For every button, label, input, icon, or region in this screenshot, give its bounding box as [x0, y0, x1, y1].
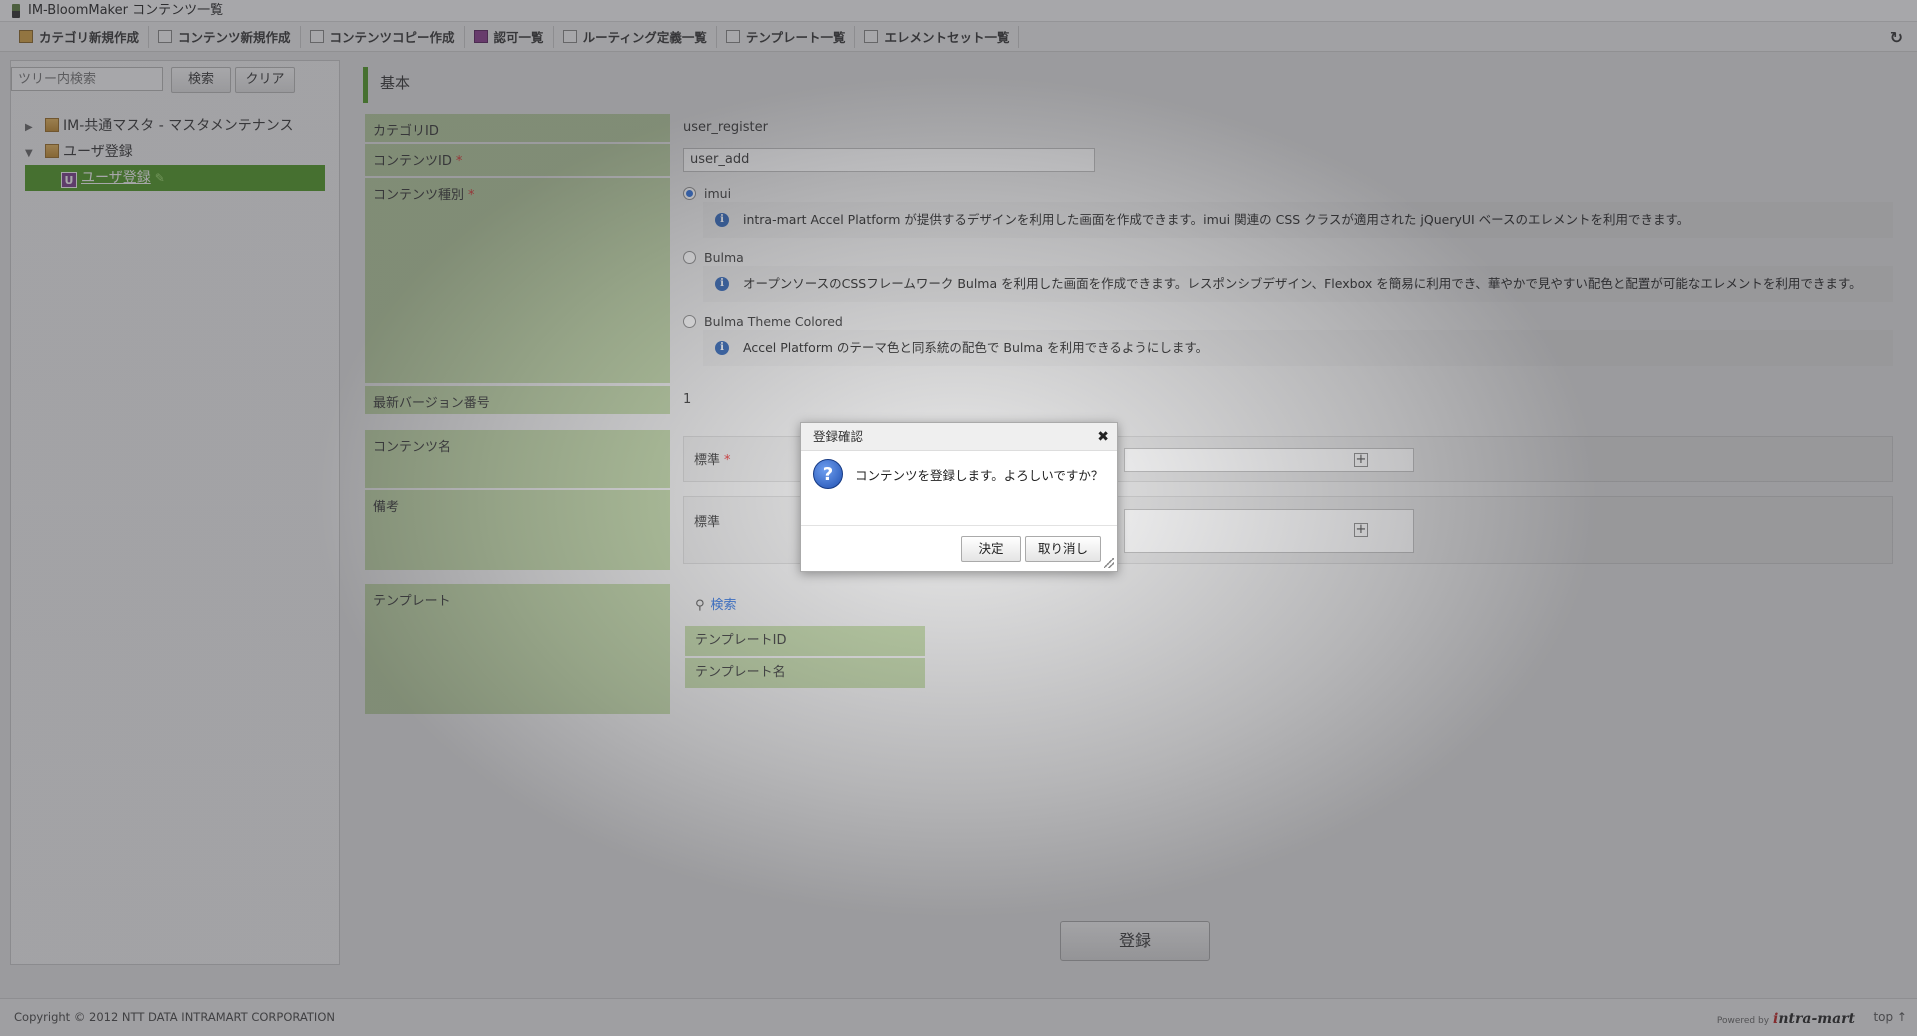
toolbar: カテゴリ新規作成 コンテンツ新規作成 コンテンツコピー作成 認可一覧 ルーティン… — [0, 22, 1917, 52]
template-name-label: テンプレート名 — [685, 658, 925, 688]
template-label: テンプレート — [365, 584, 670, 714]
footer: Copyright © 2012 NTT DATA INTRAMART CORP… — [0, 998, 1917, 1036]
content-type-bulma-theme-radio[interactable]: Bulma Theme Colored — [683, 314, 843, 329]
row-category-id: カテゴリID user_register — [365, 114, 1893, 142]
edit-pencil-icon: ✎ — [154, 171, 165, 185]
category-add-icon — [19, 30, 33, 43]
row-content-type: コンテンツ種別 * imui i intra-mart Accel Platform… — [365, 178, 1893, 383]
template-list-button[interactable]: テンプレート一覧 — [717, 25, 856, 48]
routing-icon — [562, 30, 577, 43]
category-tree-panel: 検索 クリア ▶IM-共通マスタ - マスタメンテナンス ▼ユーザ登録 Uユーザ… — [10, 60, 340, 965]
row-content-name: コンテンツ名 標準 * + — [365, 430, 1893, 488]
copyright-text: Copyright © 2012 NTT DATA INTRAMART CORP… — [14, 1010, 335, 1024]
dialog-header: 登録確認 ✖ — [801, 423, 1117, 451]
content-name-locale-label: 標準 * — [694, 453, 731, 468]
tree-node-common-master[interactable]: ▶ IM-共通マスタ - マスタメンテナンス — [25, 113, 335, 139]
template-icon — [725, 30, 740, 43]
remarks-locale-label: 標準 — [694, 515, 721, 530]
confirm-dialog: 登録確認 ✖ ? コンテンツを登録します。よろしいですか？ 決定 取り消し — [800, 422, 1118, 572]
cancel-button[interactable]: 取り消し — [1025, 536, 1101, 562]
question-icon: ? — [813, 459, 843, 489]
content-id-label: コンテンツID * — [365, 144, 670, 176]
element-set-list-button[interactable]: エレメントセット一覧 — [855, 25, 1020, 48]
tree-node-user-register[interactable]: ▼ ユーザ登録 — [25, 139, 335, 165]
authorization-list-button[interactable]: 認可一覧 — [465, 25, 554, 48]
register-button[interactable]: 登録 — [1060, 921, 1210, 961]
content-type-bulma-radio[interactable]: Bulma — [683, 250, 744, 265]
bulma-description: i オープンソースのCSSフレームワーク Bulma を利用した画面を作成できます… — [703, 266, 1893, 302]
content-copy-button[interactable]: コンテンツコピー作成 — [301, 25, 465, 48]
content-name-label: コンテンツ名 — [365, 430, 670, 488]
tree-clear-button[interactable]: クリア — [235, 67, 295, 93]
user-content-icon: U — [61, 172, 77, 188]
magnifier-icon: ⚲ — [695, 598, 705, 613]
version-value: 1 — [683, 392, 692, 407]
tree-node-user-register-content[interactable]: U ユーザ登録 ✎ — [25, 165, 325, 191]
imui-description: i intra-mart Accel Platform が提供するデザインを利用し… — [703, 202, 1893, 238]
folder-icon — [45, 144, 59, 158]
row-version: 最新バージョン番号 1 — [365, 386, 1893, 414]
dialog-message: コンテンツを登録します。よろしいですか？ — [855, 468, 1104, 483]
template-id-label: テンプレートID — [685, 626, 925, 656]
powered-by-logo: Powered by intra-mart — [1716, 1011, 1855, 1027]
version-label: 最新バージョン番号 — [365, 386, 670, 414]
row-content-id: コンテンツID * user_add — [365, 144, 1893, 176]
info-icon: i — [715, 213, 729, 227]
refresh-icon[interactable]: ↻ — [1890, 28, 1903, 47]
radio-icon — [683, 315, 696, 328]
content-id-input[interactable]: user_add — [683, 148, 1095, 172]
resize-handle-icon[interactable] — [1104, 558, 1114, 568]
category-create-button[interactable]: カテゴリ新規作成 — [10, 25, 150, 48]
bulma-theme-description: i Accel Platform のテーマ色と同系統の配色で Bulma を利用で… — [703, 330, 1893, 366]
category-id-label: カテゴリID — [365, 114, 670, 142]
category-tree: ▶ IM-共通マスタ - マスタメンテナンス ▼ ユーザ登録 U ユーザ登録 ✎ — [25, 113, 335, 191]
window-title: IM-BloomMaker コンテンツ一覧 — [28, 3, 224, 18]
category-id-value: user_register — [683, 120, 768, 135]
row-remarks: 備考 標準 + — [365, 490, 1893, 570]
radio-selected-icon — [683, 187, 696, 200]
remarks-textarea[interactable] — [1124, 509, 1414, 553]
top-link[interactable]: top ↑ — [1873, 1010, 1907, 1024]
content-create-button[interactable]: コンテンツ新規作成 — [149, 25, 301, 48]
folder-icon — [45, 118, 59, 132]
remarks-label: 備考 — [365, 490, 670, 570]
required-mark: * — [468, 188, 475, 203]
window-title-bar: IM-BloomMaker コンテンツ一覧 — [0, 0, 1917, 22]
ok-button[interactable]: 決定 — [961, 536, 1021, 562]
app-icon — [12, 3, 20, 18]
content-type-imui-radio[interactable]: imui — [683, 186, 731, 201]
dialog-title: 登録確認 — [813, 429, 864, 444]
info-icon: i — [715, 277, 729, 291]
info-icon: i — [715, 341, 729, 355]
required-mark: * — [455, 154, 463, 169]
dialog-body: ? コンテンツを登録します。よろしいですか？ — [801, 451, 1117, 525]
template-info-table: テンプレートID テンプレート名 — [685, 626, 925, 690]
template-search-link[interactable]: ⚲ 検索 — [695, 594, 737, 613]
tree-search-button[interactable]: 検索 — [171, 67, 231, 93]
row-template: テンプレート ⚲ 検索 テンプレートID テンプレート名 — [365, 584, 1893, 714]
collapse-arrow-icon[interactable]: ▼ — [25, 141, 39, 167]
add-locale-icon[interactable]: + — [1354, 453, 1368, 467]
content-add-icon — [158, 30, 173, 43]
element-set-icon — [864, 30, 879, 43]
add-locale-icon[interactable]: + — [1354, 523, 1368, 537]
content-type-label: コンテンツ種別 * — [365, 178, 670, 383]
intra-mart-logo: intra-mart — [1773, 1011, 1855, 1027]
radio-icon — [683, 251, 696, 264]
content-name-input[interactable] — [1124, 448, 1414, 472]
tree-node-link[interactable]: ユーザ登録 — [81, 170, 151, 186]
section-title: 基本 — [363, 67, 1893, 103]
dialog-footer: 決定 取り消し — [801, 525, 1117, 571]
authorization-icon — [473, 30, 488, 43]
close-icon[interactable]: ✖ — [1097, 423, 1109, 451]
routing-list-button[interactable]: ルーティング定義一覧 — [554, 25, 717, 48]
tree-search-input[interactable] — [11, 67, 163, 91]
expand-arrow-icon[interactable]: ▶ — [25, 115, 39, 141]
content-copy-icon — [309, 30, 324, 43]
